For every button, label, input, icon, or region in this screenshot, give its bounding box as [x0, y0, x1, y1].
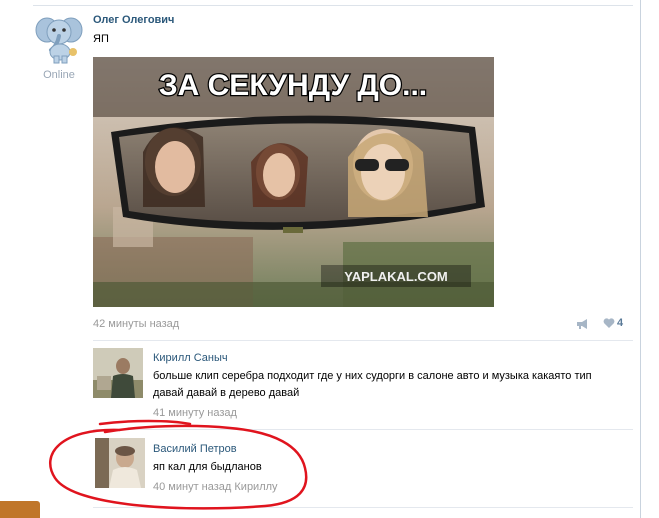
comment-author[interactable]: Кирилл Саныч: [153, 352, 228, 364]
post-time[interactable]: 42 минуты назад: [93, 318, 179, 330]
comments-divider: [93, 340, 633, 341]
image-watermark: YAPLAKAL.COM: [344, 269, 448, 284]
comment-author[interactable]: Василий Петров: [153, 443, 237, 455]
comment-time[interactable]: 41 минуту назад: [153, 407, 237, 419]
comment-divider: [93, 429, 633, 430]
like-count[interactable]: 4: [617, 317, 623, 329]
comment-time: 40 минут назад Кириллу: [153, 481, 278, 493]
post-author[interactable]: Олег Олегович: [93, 14, 174, 26]
comment-avatar[interactable]: [93, 348, 143, 398]
online-status: Online: [43, 69, 75, 81]
right-border: [640, 0, 641, 518]
author-avatar[interactable]: [33, 12, 85, 64]
comment-text: больше клип серебра подходит где у них с…: [153, 370, 592, 399]
post-text: ЯП: [93, 33, 109, 45]
corner-tab[interactable]: [0, 501, 40, 518]
comment-time-value[interactable]: 40 минут назад: [153, 481, 231, 493]
heart-icon[interactable]: [603, 318, 615, 329]
post-image[interactable]: YAPLAKAL.COM ЗА СЕКУНДУ ДО...: [93, 57, 494, 307]
comment-avatar[interactable]: [95, 438, 145, 488]
share-icon[interactable]: [576, 318, 590, 330]
elephant-avatar-icon: [35, 17, 83, 64]
comment-text: яп кал для быдланов: [153, 461, 262, 473]
comment-reply-to[interactable]: Кириллу: [234, 481, 277, 493]
bottom-divider: [93, 507, 633, 508]
top-divider: [33, 5, 633, 6]
image-caption: ЗА СЕКУНДУ ДО...: [159, 69, 427, 102]
